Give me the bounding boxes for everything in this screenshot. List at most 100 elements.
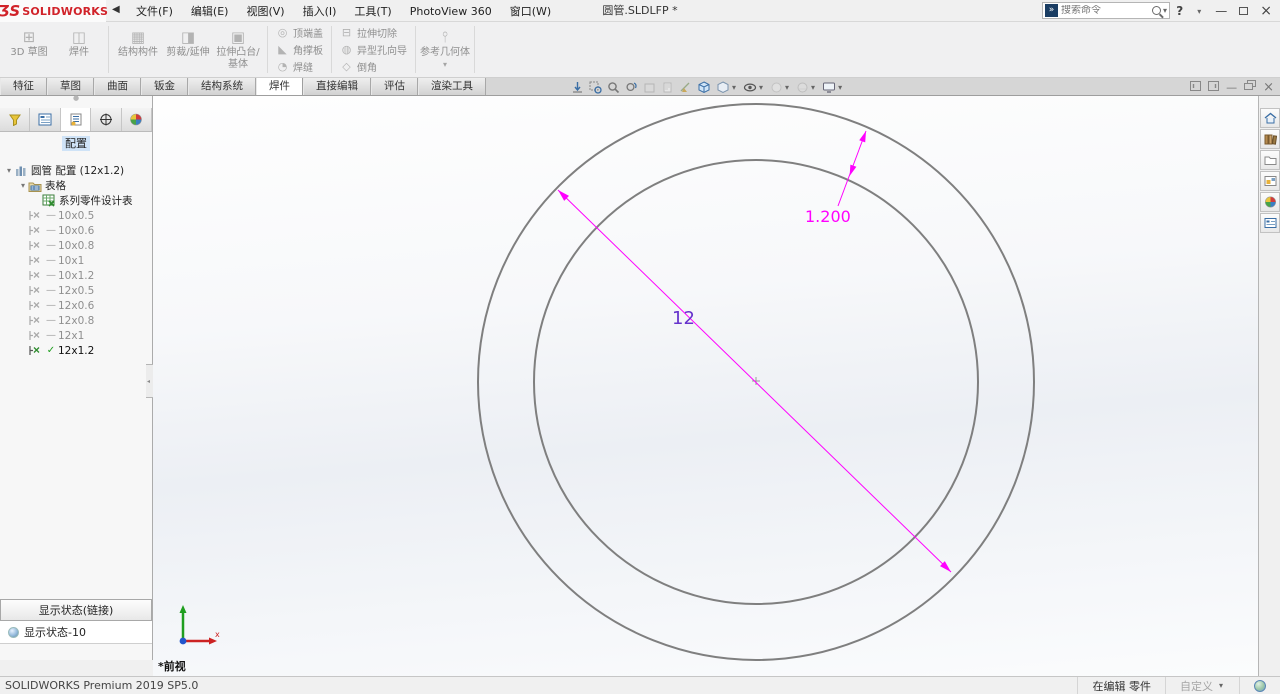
- tab-configurationmanager[interactable]: [61, 108, 91, 131]
- tab-featuremanager[interactable]: [0, 108, 30, 131]
- edit-appearance-icon[interactable]: ▾: [769, 79, 792, 95]
- tab-sketch[interactable]: 草图: [47, 78, 94, 95]
- config-label[interactable]: 10x0.8: [58, 240, 94, 252]
- tree-root-row[interactable]: ▾ 圆管 配置 (12x1.2): [4, 163, 152, 178]
- help-button[interactable]: ?: [1172, 4, 1187, 18]
- minimize-button[interactable]: —: [1211, 4, 1231, 18]
- close-button[interactable]: ×: [1256, 3, 1276, 19]
- config-row[interactable]: — 10x0.8: [4, 238, 152, 253]
- apply-scene-icon[interactable]: ▾: [795, 79, 818, 95]
- ribbon-weldment-button[interactable]: ◫ 焊件: [54, 24, 104, 76]
- ribbon-end-cap-button[interactable]: ◎ 顶端盖: [272, 25, 327, 41]
- doc-close-icon[interactable]: ×: [1263, 80, 1274, 95]
- ribbon-gusset-button[interactable]: ◣ 角撑板: [272, 42, 327, 58]
- doc-minimize-icon[interactable]: —: [1226, 81, 1237, 94]
- tab-displaymanager[interactable]: [122, 108, 152, 131]
- graphics-viewport[interactable]: 12 1.200 x *前视: [153, 96, 1258, 676]
- config-row[interactable]: — 10x1: [4, 253, 152, 268]
- appearances-icon[interactable]: [1260, 192, 1280, 212]
- config-label[interactable]: 12x0.8: [58, 315, 94, 327]
- panel-grip[interactable]: ●: [0, 96, 152, 102]
- ribbon-weld-bead-button[interactable]: ◔ 焊缝: [272, 59, 327, 75]
- help-dropdown-icon[interactable]: ▾: [1197, 7, 1201, 16]
- hide-show-items-icon[interactable]: ▾: [742, 79, 766, 95]
- config-label[interactable]: 10x1.2: [58, 270, 94, 282]
- view-settings-icon[interactable]: ▾: [821, 79, 845, 95]
- tree-tables-folder-row[interactable]: ▾ 表格: [4, 178, 152, 193]
- tree-design-table-row[interactable]: 系列零件设计表: [4, 193, 152, 208]
- config-label[interactable]: 10x0.5: [58, 210, 94, 222]
- tab-features[interactable]: 特征: [0, 78, 47, 95]
- config-row[interactable]: — 12x1: [4, 328, 152, 343]
- config-label[interactable]: 12x0.5: [58, 285, 94, 297]
- ribbon-structural-member-button[interactable]: ▦ 结构构件: [113, 24, 163, 76]
- zoom-in-out-icon[interactable]: [606, 79, 621, 95]
- expand-arrow-icon[interactable]: ▾: [18, 181, 28, 190]
- config-label[interactable]: 10x1: [58, 255, 84, 267]
- menu-photoview[interactable]: PhotoView 360: [402, 2, 500, 21]
- ribbon-extruded-boss-button[interactable]: ▣ 拉伸凸台/基体: [213, 24, 263, 76]
- config-label[interactable]: 10x0.6: [58, 225, 94, 237]
- config-row-active[interactable]: ✓ 12x1.2: [4, 343, 152, 358]
- search-box[interactable]: » ▾: [1042, 2, 1170, 19]
- ribbon-chamfer-button[interactable]: ◇ 倒角: [336, 59, 411, 75]
- zoom-to-area-icon[interactable]: [588, 79, 603, 95]
- tab-weldments[interactable]: 焊件: [256, 78, 303, 95]
- custom-properties-icon[interactable]: [1260, 213, 1280, 233]
- tab-propertymanager[interactable]: [30, 108, 60, 131]
- menu-pin-icon[interactable]: ◀: [112, 4, 120, 15]
- sketch-entities-icon[interactable]: [678, 79, 693, 95]
- ribbon-3d-sketch-button[interactable]: ⊞ 3D 草图: [4, 24, 54, 76]
- menu-tools[interactable]: 工具(T): [346, 0, 399, 22]
- zoom-to-fit-icon[interactable]: [570, 79, 585, 95]
- tree-design-table-label[interactable]: 系列零件设计表: [59, 193, 133, 208]
- config-label[interactable]: 12x1.2: [58, 345, 94, 357]
- config-label[interactable]: 12x1: [58, 330, 84, 342]
- menu-window[interactable]: 窗口(W): [502, 0, 559, 22]
- tab-render-tools[interactable]: 渲染工具: [418, 78, 486, 95]
- tree-folder-label[interactable]: 表格: [45, 178, 66, 193]
- tab-structure-system[interactable]: 结构系统: [188, 78, 256, 95]
- design-library-icon[interactable]: [1260, 129, 1280, 149]
- tab-direct-editing[interactable]: 直接编辑: [303, 78, 371, 95]
- menu-edit[interactable]: 编辑(E): [183, 0, 237, 22]
- tab-sheet-metal[interactable]: 钣金: [141, 78, 188, 95]
- tab-dimxpertmanager[interactable]: [91, 108, 121, 131]
- config-row[interactable]: — 12x0.8: [4, 313, 152, 328]
- menu-view[interactable]: 视图(V): [238, 0, 292, 22]
- config-label[interactable]: 12x0.6: [58, 300, 94, 312]
- section-view-icon[interactable]: [642, 79, 657, 95]
- restore-button[interactable]: [1239, 7, 1248, 15]
- doc-restore-icon[interactable]: [1244, 80, 1256, 94]
- status-tag-cell[interactable]: [1239, 677, 1280, 694]
- tab-surfaces[interactable]: 曲面: [94, 78, 141, 95]
- tab-evaluate[interactable]: 评估: [371, 78, 418, 95]
- ribbon-extruded-cut-button[interactable]: ⊟ 拉伸切除: [336, 25, 411, 41]
- display-states-header[interactable]: 显示状态(链接): [0, 599, 152, 621]
- ribbon-hole-wizard-button[interactable]: ◍ 异型孔向导: [336, 42, 411, 58]
- config-row[interactable]: — 12x0.5: [4, 283, 152, 298]
- custom-dropdown[interactable]: 自定义▾: [1165, 677, 1239, 694]
- dynamic-annotation-icon[interactable]: [660, 79, 675, 95]
- ribbon-trim-extend-button[interactable]: ◨ 剪裁/延伸: [163, 24, 213, 76]
- home-icon[interactable]: [1260, 108, 1280, 128]
- tree-root-label[interactable]: 圆管 配置 (12x1.2): [31, 163, 124, 178]
- rotate-view-icon[interactable]: [624, 79, 639, 95]
- file-explorer-icon[interactable]: [1260, 150, 1280, 170]
- ribbon-reference-geometry-button[interactable]: ⫯ 参考几何体 ▾: [420, 24, 470, 76]
- config-row[interactable]: — 10x1.2: [4, 268, 152, 283]
- config-row[interactable]: — 10x0.6: [4, 223, 152, 238]
- pane-toggle-left-icon[interactable]: [1190, 81, 1201, 94]
- view-palette-icon[interactable]: [1260, 171, 1280, 191]
- view-orientation-icon[interactable]: [696, 79, 712, 95]
- config-row[interactable]: — 10x0.5: [4, 208, 152, 223]
- expand-arrow-icon[interactable]: ▾: [4, 166, 14, 175]
- menu-file[interactable]: 文件(F): [128, 0, 181, 22]
- search-input[interactable]: [1061, 5, 1152, 16]
- config-row[interactable]: — 12x0.6: [4, 298, 152, 313]
- pane-toggle-right-icon[interactable]: [1208, 81, 1219, 94]
- display-state-item[interactable]: 显示状态-10: [0, 621, 152, 644]
- globe-icon[interactable]: [1254, 680, 1266, 692]
- display-style-icon[interactable]: ▾: [715, 79, 739, 95]
- menu-insert[interactable]: 插入(I): [295, 0, 345, 22]
